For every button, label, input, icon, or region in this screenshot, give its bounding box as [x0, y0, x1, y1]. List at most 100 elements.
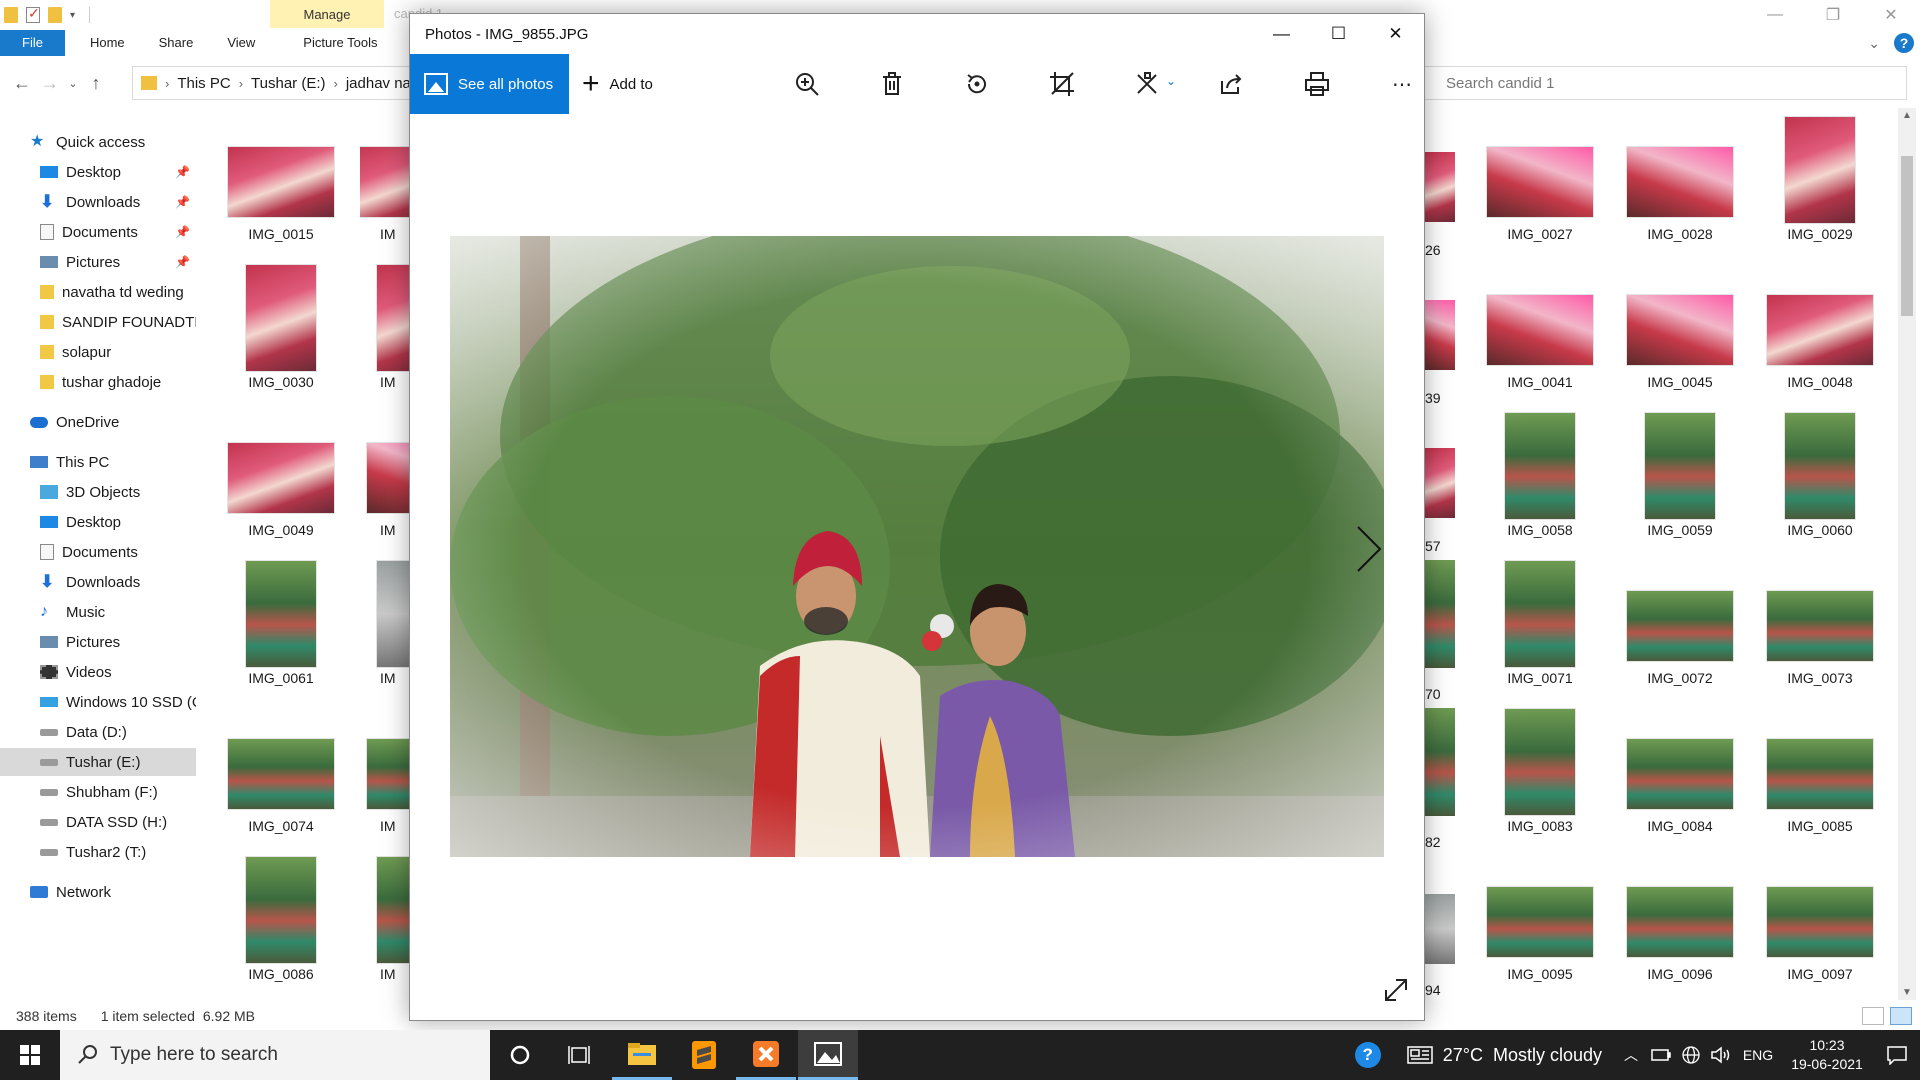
photo-viewer[interactable] — [450, 236, 1384, 857]
restore-icon[interactable]: ❐ — [1804, 0, 1862, 30]
sublime-text-icon[interactable] — [674, 1030, 734, 1080]
file-thumbnail[interactable]: IMG_0096 — [1610, 856, 1750, 996]
crop-icon[interactable] — [1045, 68, 1079, 100]
scroll-down-icon[interactable]: ▼ — [1898, 987, 1916, 998]
nav-item-folder[interactable]: tushar ghadoje — [0, 368, 196, 396]
file-thumbnail[interactable]: IMG_0058 — [1470, 412, 1610, 552]
file-thumbnail[interactable]: IM — [360, 856, 410, 996]
photos-title-bar[interactable]: Photos - IMG_9855.JPG — ☐ ✕ — [410, 14, 1424, 54]
nav-item-desktop[interactable]: Desktop 📌 — [0, 158, 196, 186]
file-thumbnail[interactable]: IMG_0060 — [1750, 412, 1890, 552]
cortana-icon[interactable] — [490, 1030, 550, 1080]
tab-home[interactable]: Home — [73, 30, 142, 56]
file-thumbnail[interactable]: IMG_0027 — [1470, 116, 1610, 256]
large-icons-view-icon[interactable] — [1890, 1007, 1912, 1025]
file-thumbnail[interactable]: IMG_0074 — [211, 708, 351, 848]
breadcrumb-folder[interactable]: jadhav na — [346, 75, 411, 92]
tab-picture-tools[interactable]: Picture Tools — [286, 30, 394, 56]
tab-file[interactable]: File — [0, 30, 65, 56]
nav-item-downloads[interactable]: ⬇ Downloads — [0, 568, 196, 596]
recent-locations-icon[interactable]: ⌄ — [64, 69, 82, 97]
tab-view[interactable]: View — [210, 30, 272, 56]
up-arrow-icon[interactable]: ↑ — [82, 69, 110, 97]
chevron-up-icon[interactable]: ︿ — [1616, 1030, 1646, 1080]
rotate-icon[interactable] — [960, 68, 994, 100]
nav-item-3d-objects[interactable]: 3D Objects — [0, 478, 196, 506]
share-icon[interactable] — [1215, 68, 1249, 100]
nav-onedrive[interactable]: OneDrive — [0, 408, 196, 436]
pin-icon[interactable]: 📌 — [175, 225, 190, 239]
edit-create-icon[interactable] — [1130, 68, 1164, 100]
file-thumbnail[interactable]: IMG_0029 — [1750, 116, 1890, 256]
file-thumbnail[interactable]: IMG_0071 — [1470, 560, 1610, 700]
nav-item-documents[interactable]: Documents — [0, 538, 196, 566]
start-button[interactable] — [0, 1030, 60, 1080]
nav-item-documents[interactable]: Documents 📌 — [0, 218, 196, 246]
full-screen-icon[interactable] — [1382, 976, 1410, 1004]
file-thumbnail[interactable]: IMG_0072 — [1610, 560, 1750, 700]
file-thumbnail[interactable]: IM — [360, 560, 410, 700]
close-icon[interactable]: ✕ — [1367, 14, 1424, 54]
minimize-icon[interactable]: — — [1253, 14, 1310, 54]
back-arrow-icon[interactable]: ← — [8, 69, 36, 97]
file-thumbnail[interactable]: IMG_0095 — [1470, 856, 1610, 996]
file-thumbnail[interactable]: IMG_0084 — [1610, 708, 1750, 848]
breadcrumb-this-pc[interactable]: This PC — [177, 75, 230, 92]
file-thumbnail[interactable]: IMG_0061 — [211, 560, 351, 700]
add-to-button[interactable]: + Add to — [582, 54, 653, 114]
file-thumbnail[interactable]: IMG_0030 — [211, 264, 351, 404]
xampp-icon[interactable] — [736, 1030, 796, 1080]
nav-item-downloads[interactable]: ⬇ Downloads 📌 — [0, 188, 196, 216]
file-thumbnail[interactable]: IMG_0086 — [211, 856, 351, 996]
battery-icon[interactable] — [1646, 1030, 1676, 1080]
chevron-down-icon[interactable]: ⌄ — [1166, 74, 1176, 88]
nav-item-pictures[interactable]: Pictures 📌 — [0, 248, 196, 276]
next-photo-button[interactable] — [1350, 519, 1386, 579]
maximize-icon[interactable]: ☐ — [1310, 14, 1367, 54]
nav-item-drive-e[interactable]: Tushar (E:) — [0, 748, 196, 776]
tab-share[interactable]: Share — [142, 30, 211, 56]
file-thumbnail[interactable]: IM — [360, 264, 410, 404]
file-thumbnail[interactable]: IMG_0041 — [1470, 264, 1610, 404]
weather-widget[interactable]: 27°C Mostly cloudy — [1393, 1030, 1616, 1080]
nav-item-drive-h[interactable]: DATA SSD (H:) — [0, 808, 196, 836]
expand-ribbon-icon[interactable]: ⌄ — [1868, 35, 1880, 52]
file-thumbnail[interactable]: IMG_0073 — [1750, 560, 1890, 700]
nav-this-pc[interactable]: This PC — [0, 448, 196, 476]
forward-arrow-icon[interactable]: → — [36, 69, 64, 97]
help-tray-icon[interactable]: ? — [1343, 1030, 1393, 1080]
customize-qat-icon[interactable]: ▾ — [70, 10, 75, 21]
volume-icon[interactable] — [1706, 1030, 1736, 1080]
minimize-icon[interactable]: — — [1746, 0, 1804, 30]
notifications-icon[interactable] — [1874, 1030, 1920, 1080]
file-thumbnail[interactable]: IM — [360, 116, 410, 256]
search-input[interactable]: Search candid 1 — [1415, 66, 1907, 100]
manage-tab[interactable]: Manage — [270, 0, 384, 28]
network-globe-icon[interactable] — [1676, 1030, 1706, 1080]
nav-item-drive-d[interactable]: Data (D:) — [0, 718, 196, 746]
delete-icon[interactable] — [875, 68, 909, 100]
pin-icon[interactable]: 📌 — [175, 165, 190, 179]
photos-taskbar-icon[interactable] — [798, 1030, 858, 1080]
zoom-in-icon[interactable] — [790, 68, 824, 100]
file-thumbnail[interactable]: IMG_0059 — [1610, 412, 1750, 552]
properties-icon[interactable] — [26, 5, 40, 23]
file-thumbnail[interactable]: IM — [360, 708, 410, 848]
nav-item-folder[interactable]: solapur — [0, 338, 196, 366]
folder-icon[interactable] — [4, 7, 18, 23]
vertical-scrollbar[interactable]: ▲ ▼ — [1898, 108, 1916, 1000]
new-folder-icon[interactable] — [48, 7, 62, 23]
taskbar-search-input[interactable]: Type here to search — [60, 1030, 490, 1080]
file-thumbnail[interactable]: IMG_0097 — [1750, 856, 1890, 996]
nav-item-drive-c[interactable]: Windows 10 SSD (C — [0, 688, 196, 716]
file-thumbnail[interactable]: IMG_0045 — [1610, 264, 1750, 404]
scroll-thumb[interactable] — [1901, 156, 1913, 316]
address-bar[interactable]: › This PC › Tushar (E:) › jadhav na — [132, 66, 412, 100]
nav-item-music[interactable]: ♪ Music — [0, 598, 196, 626]
close-icon[interactable]: ✕ — [1862, 0, 1920, 30]
nav-quick-access[interactable]: ★ Quick access — [0, 128, 196, 156]
help-icon[interactable]: ? — [1894, 33, 1914, 53]
more-options-icon[interactable]: ⋯ — [1385, 68, 1419, 100]
file-thumbnail[interactable]: IMG_0049 — [211, 412, 351, 552]
breadcrumb-drive[interactable]: Tushar (E:) — [251, 75, 325, 92]
